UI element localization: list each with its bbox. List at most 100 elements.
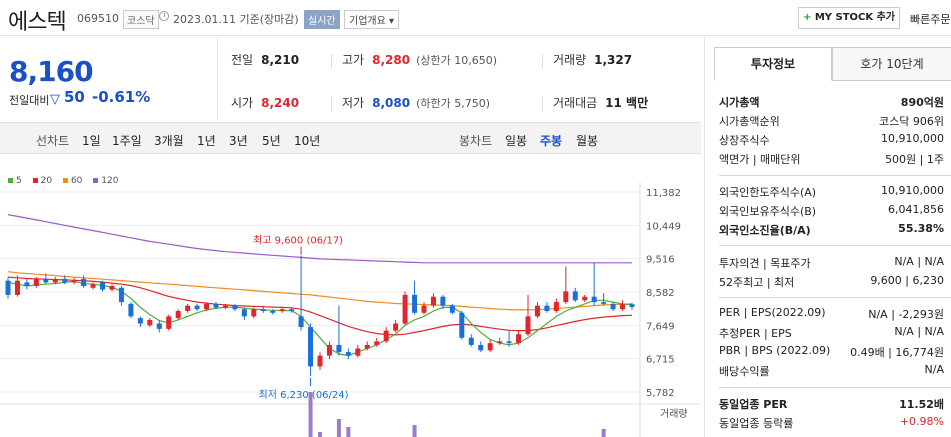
candle-body: [232, 305, 238, 310]
quick-order-button[interactable]: 빠른주문: [910, 11, 950, 27]
candle-body: [109, 286, 115, 290]
panel-divider: [719, 387, 951, 388]
info-label: 동일업종 등락률: [719, 417, 794, 430]
candle-body: [175, 311, 181, 319]
period-1d[interactable]: 1일: [82, 132, 101, 149]
price-summary: 전일 8,210 고가 8,280 (상한가 10,650) 거래량 1,327 시가 8…: [219, 37, 701, 121]
candle-body: [516, 334, 522, 344]
info-row: 동일업종 PER 11.52배: [719, 396, 951, 414]
change-value: 50: [64, 88, 85, 106]
candle-body: [525, 316, 531, 335]
info-label: PER | EPS(2022.09): [719, 306, 826, 319]
ma5-line: [7, 280, 633, 357]
stock-chart[interactable]: 11,382 10,449 9,516 8,582 7,649 6,715 5,782 최고 …: [0, 182, 700, 437]
panel-divider: [719, 175, 951, 176]
candle-body: [5, 280, 11, 295]
volume-label: 거래량: [660, 408, 688, 420]
add-mystock-button[interactable]: + MY STOCK 추가: [798, 7, 900, 29]
candle-body: [147, 319, 153, 326]
chart-period-bar: 선차트 1일 1주일 3개월 1년 3년 5년 10년 봉차트 일봉 주봉 월봉: [0, 122, 701, 154]
stock-name: 에스텍: [8, 10, 67, 35]
candle-body: [610, 303, 616, 310]
candle-monthly[interactable]: 월봉: [576, 132, 598, 149]
change-label: 전일대비: [9, 94, 50, 107]
candle-body: [487, 343, 493, 351]
current-price: 8,160: [9, 55, 94, 88]
candle-body: [506, 341, 512, 344]
tab-investment-info[interactable]: 투자정보: [714, 47, 832, 81]
candle-body: [629, 304, 635, 308]
volume-bar: [601, 429, 606, 437]
candle-body: [355, 348, 361, 356]
info-row: 액면가 | 매매단위 500원 | 1주: [719, 151, 951, 169]
period-10y[interactable]: 10년: [294, 132, 320, 149]
period-1y[interactable]: 1년: [197, 132, 216, 149]
candle-body: [553, 302, 559, 311]
candle-body: [33, 278, 39, 286]
market-badge: 코스닥: [123, 10, 159, 29]
y-tick-label: 8,582: [646, 288, 675, 299]
candle-body: [14, 280, 20, 295]
tab-orderbook[interactable]: 호가 10단계: [832, 47, 951, 81]
high-annotation: 최고 9,600 (06/17): [253, 235, 343, 247]
price-date: 2023.01.11 기준(장마감): [173, 13, 299, 26]
candle-body: [118, 287, 124, 303]
candle-body: [24, 282, 30, 286]
candle-body: [459, 312, 465, 338]
current-price-box: 8,160 전일대비 ▽ 50 -0.61%: [0, 37, 218, 121]
plus-icon: +: [802, 12, 812, 23]
candle-body: [204, 303, 210, 310]
candle-body: [279, 309, 285, 311]
info-label: 외국인한도주식수(A): [719, 186, 817, 199]
panel-divider: [719, 245, 951, 246]
info-value: 10,910,000: [881, 184, 944, 197]
info-label: 외국인소진율(B/A): [719, 224, 811, 237]
period-3y[interactable]: 3년: [229, 132, 248, 149]
candle-body: [52, 278, 58, 283]
info-value: 코스닥 906위: [879, 115, 944, 128]
candle-body: [345, 352, 351, 356]
volume-bar: [336, 419, 341, 437]
candle-body: [374, 341, 380, 345]
info-value: 55.38%: [898, 222, 944, 235]
info-value: 9,600 | 6,230: [870, 274, 944, 287]
candle-weekly[interactable]: 주봉: [540, 132, 562, 149]
period-5y[interactable]: 5년: [262, 132, 281, 149]
info-label: 액면가 | 매매단위: [719, 153, 801, 166]
period-1w[interactable]: 1주일: [112, 132, 142, 149]
candle-body: [364, 344, 370, 349]
volume-bar: [412, 425, 417, 437]
info-label: 시가총액: [719, 96, 760, 109]
info-label: 외국인보유주식수(B): [719, 205, 817, 218]
y-tick-label: 11,382: [646, 188, 681, 199]
candle-body: [468, 337, 474, 345]
chevron-down-icon: ▾: [389, 16, 395, 27]
info-value: N/A: [924, 363, 944, 376]
candle-body: [393, 323, 399, 331]
volume-bar: [318, 432, 322, 437]
info-tabs: 투자정보 호가 10단계: [714, 47, 951, 81]
period-3m[interactable]: 3개월: [154, 132, 184, 149]
candle-body: [563, 291, 569, 303]
realtime-button[interactable]: 실시간: [304, 10, 340, 29]
candle-body: [308, 327, 314, 367]
candle-body: [582, 296, 588, 301]
info-value: 6,041,856: [888, 203, 944, 216]
y-tick-label: 5,782: [646, 388, 675, 399]
candle-body: [601, 302, 607, 304]
candle-body: [43, 278, 49, 283]
candle-body: [194, 305, 200, 310]
candle-body: [317, 355, 323, 367]
candle-body: [298, 316, 304, 328]
info-row: 배당수익률 N/A: [719, 363, 951, 381]
info-value: N/A | N/A: [894, 255, 944, 268]
down-triangle-icon: ▽: [50, 92, 60, 107]
candle-body: [241, 309, 247, 317]
candle-body: [251, 309, 257, 317]
candle-body: [402, 294, 408, 324]
candle-body: [128, 303, 134, 317]
candle-daily[interactable]: 일봉: [505, 132, 527, 149]
info-label: 배당수익률: [719, 365, 770, 378]
candle-body: [497, 341, 503, 344]
company-overview-dropdown[interactable]: 기업개요 ▾: [344, 10, 400, 29]
